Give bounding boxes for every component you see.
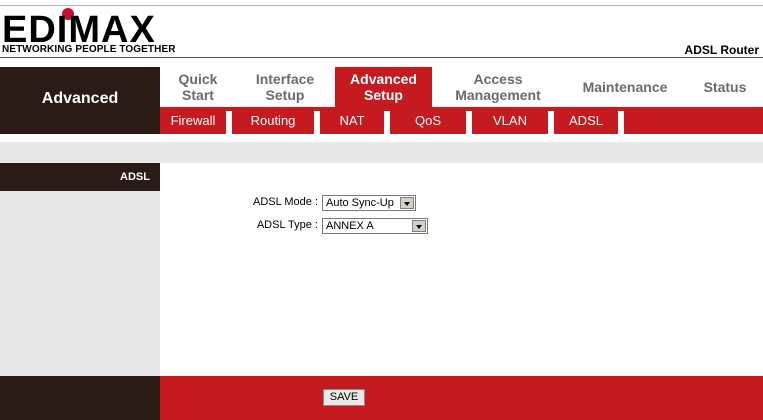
subnav-nat[interactable]: NAT <box>320 107 384 134</box>
tab-maintenance[interactable]: Maintenance <box>570 67 680 107</box>
footer-bar <box>160 376 763 420</box>
subnav-firewall[interactable]: Firewall <box>160 107 226 134</box>
tab-label-line2: Setup <box>364 87 403 103</box>
chevron-down-icon <box>400 197 414 209</box>
subnav-qos[interactable]: QoS <box>390 107 466 134</box>
header-divider <box>0 57 763 58</box>
tab-label-line1: Quick <box>178 71 218 87</box>
chevron-down-icon <box>412 220 426 232</box>
sidebar-panel <box>0 191 160 376</box>
subnav-vlan[interactable]: VLAN <box>472 107 548 134</box>
tab-label: Status <box>703 79 747 95</box>
footer-left-panel <box>0 376 160 420</box>
tab-interface-setup[interactable]: Interface Setup <box>240 67 330 107</box>
subnav-adsl[interactable]: ADSL <box>554 107 618 134</box>
product-name: ADSL Router <box>684 43 759 57</box>
tab-quick-start[interactable]: Quick Start <box>160 67 236 107</box>
tab-label-line2: Setup <box>265 87 305 103</box>
adsl-mode-value: Auto Sync-Up <box>326 197 394 209</box>
tab-label-line1: Access <box>473 71 523 87</box>
tab-access-management[interactable]: Access Management <box>445 67 551 107</box>
adsl-mode-label: ADSL Mode : <box>252 196 318 208</box>
adsl-type-value: ANNEX A <box>326 220 374 232</box>
tab-label-line2: Management <box>455 87 541 103</box>
subnav-separator <box>618 111 624 134</box>
adsl-type-select[interactable]: ANNEX A <box>322 218 428 234</box>
save-button[interactable]: SAVE <box>323 389 365 406</box>
adsl-type-label: ADSL Type : <box>256 219 318 231</box>
edimax-logo: EDIMAX <box>0 6 170 50</box>
subnav-routing[interactable]: Routing <box>232 107 314 134</box>
tab-label-line2: Start <box>182 87 214 103</box>
content-top-bar <box>0 142 763 163</box>
tab-label: Maintenance <box>582 79 668 95</box>
tab-label-line1: Interface <box>255 71 315 87</box>
section-title: Advanced <box>41 90 119 107</box>
sidebar-current-page: ADSL <box>0 163 160 191</box>
adsl-mode-select[interactable]: Auto Sync-Up <box>322 195 416 211</box>
tab-advanced-setup[interactable]: Advanced Setup <box>335 67 432 107</box>
tab-status[interactable]: Status <box>695 67 755 107</box>
brand-tagline: NETWORKING PEOPLE TOGETHER <box>2 44 176 55</box>
tab-label-line1: Advanced <box>350 71 417 87</box>
